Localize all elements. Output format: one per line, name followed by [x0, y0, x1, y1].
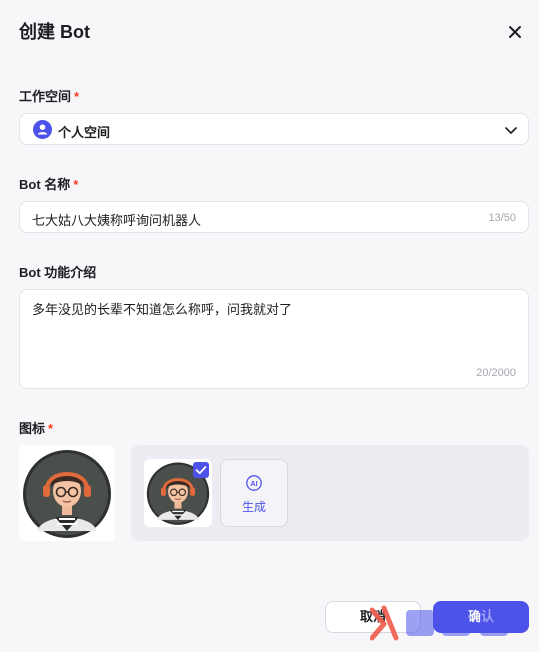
dialog-title: 创建 Bot [19, 22, 90, 42]
avatar-option-selected[interactable] [144, 459, 212, 527]
chevron-down-icon [505, 127, 517, 134]
bot-description-label-text: Bot 功能介绍 [19, 265, 97, 280]
generate-avatar-button[interactable]: AI 生成 [220, 459, 288, 527]
checkmark-icon [193, 462, 209, 478]
workspace-label: 工作空间 * [19, 86, 79, 105]
avatar-illustration [19, 445, 115, 541]
confirm-button[interactable]: 确认 [433, 601, 529, 633]
icon-label: 图标 * [19, 418, 53, 437]
required-mark: * [73, 177, 79, 192]
bot-name-label-text: Bot 名称 [19, 177, 71, 192]
bot-avatar-preview [19, 445, 115, 541]
ai-badge-text: AI [250, 479, 258, 488]
bot-description-value: 多年没见的长辈不知道怎么称呼，问我就对了 [32, 302, 293, 317]
workspace-label-text: 工作空间 [19, 89, 72, 104]
bot-name-value: 七大姑八大姨称呼询问机器人 [32, 213, 202, 228]
close-icon[interactable] [505, 22, 525, 42]
bot-name-label: Bot 名称 * [19, 174, 78, 193]
dialog-header: 创建 Bot [19, 20, 525, 44]
avatar-options-panel: AI 生成 [131, 445, 529, 541]
bot-name-input[interactable]: 七大姑八大姨称呼询问机器人 13/50 [19, 201, 529, 233]
bot-description-label: Bot 功能介绍 [19, 262, 96, 281]
workspace-select[interactable]: 个人空间 [19, 113, 529, 145]
ai-sparkle-icon: AI [246, 475, 262, 491]
generate-avatar-label: 生成 [241, 500, 266, 514]
bot-description-textarea[interactable]: 多年没见的长辈不知道怎么称呼，问我就对了 20/2000 [19, 289, 529, 389]
bot-description-counter: 20/2000 [476, 367, 516, 379]
icon-label-text: 图标 [19, 421, 46, 436]
user-icon [33, 120, 52, 139]
workspace-selected-value: 个人空间 [58, 125, 111, 140]
cancel-button[interactable]: 取消 [325, 601, 421, 633]
required-mark: * [48, 421, 54, 436]
required-mark: * [74, 89, 80, 104]
bot-name-counter: 13/50 [488, 212, 516, 224]
